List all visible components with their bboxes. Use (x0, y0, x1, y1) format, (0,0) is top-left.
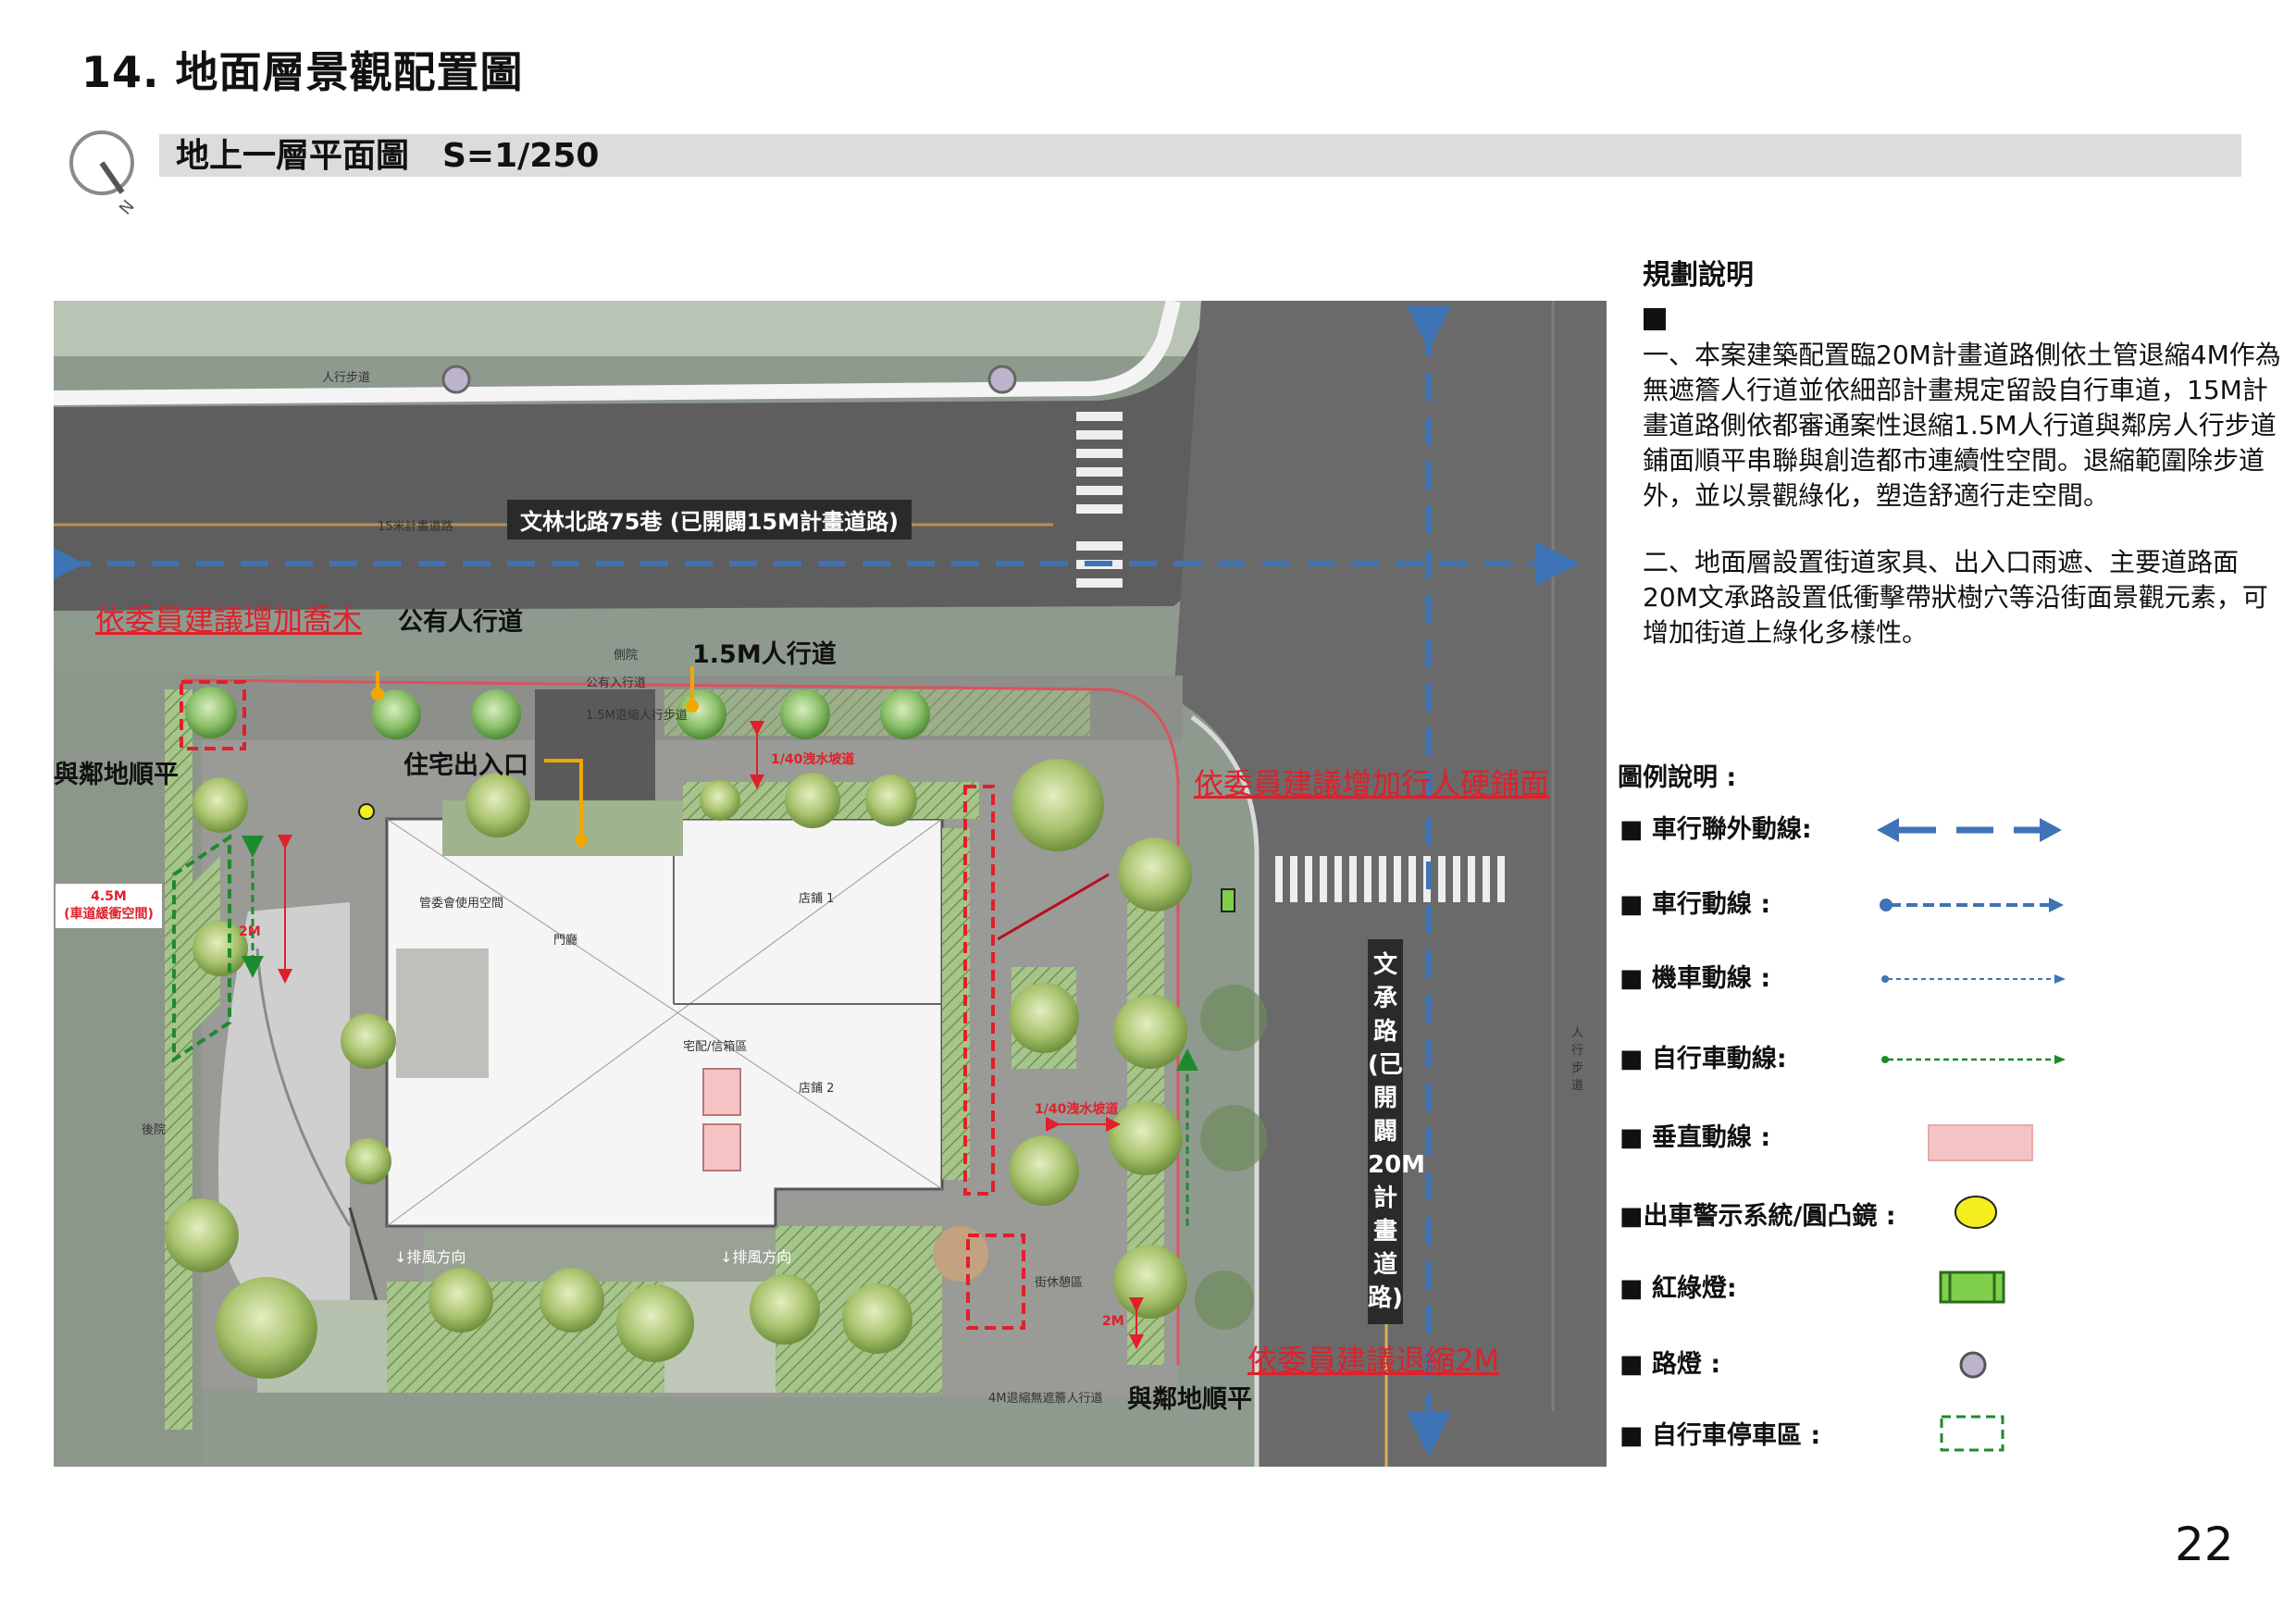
label-sidewalk-top: 人行步道 (322, 371, 371, 385)
page-number: 22 (2175, 1518, 2234, 1571)
buffer-45m: 4.5M (91, 889, 127, 904)
street-lamp-icon (987, 365, 1017, 394)
label-exhaust-a: ↓排風方向 (394, 1248, 466, 1266)
label-public-entrance: 公有入行道 (586, 676, 647, 690)
legend-item-external-route: ■ 車行聯外動線: (1620, 815, 1812, 844)
notes-heading: 規劃說明 (1643, 259, 1754, 291)
label-shop2: 店鋪 2 (799, 1082, 835, 1096)
label-shop1: 店鋪 1 (799, 892, 835, 906)
legend-item-traffic-light: ■ 紅綠燈: (1620, 1274, 1737, 1303)
warning-mirror-icon (358, 803, 375, 820)
legend-label: 機車動線 : (1651, 964, 1771, 993)
legend-item-vehicle-route: ■ 車行動線 : (1620, 890, 1771, 919)
legend-item-vertical-circulation: ■ 垂直動線 : (1620, 1123, 1771, 1152)
note-paragraph-2: 二、地面層設置街道家具、出入口雨遮、主要道路面20M文承路設置低衝擊帶狀樹穴等沿… (1643, 547, 2268, 648)
legend-label: 車行動線 : (1651, 890, 1771, 919)
double-arrow-icon (1877, 818, 2062, 842)
legend-label: 出車警示系統/圓凸鏡 : (1643, 1202, 1896, 1231)
slope-b: 1/40洩水坡道 (1035, 1102, 1119, 1117)
note-setback-2m: 依委員建議退縮2M (1247, 1343, 1499, 1378)
label-flush-west: 與鄰地順平 (54, 761, 179, 789)
vertical-circulation-block (702, 1123, 741, 1172)
label-back-yard: 後院 (142, 1123, 167, 1137)
north-letter: N (116, 197, 139, 219)
legend-item-street-lamp: ■ 路燈 : (1620, 1350, 1721, 1379)
label-mgmt: 管委會使用空間 (419, 897, 504, 911)
note-paragraph-1: 一、本案建築配置臨20M計畫道路側依土管退縮4M作為無遮簷人行道並依細部計畫規定… (1643, 340, 2281, 511)
buffer-note: 4.5M (車道緩衝空間) (56, 884, 162, 928)
traffic-light-icon (1221, 888, 1235, 912)
legend-item-scooter-route: ■ 機車動線 : (1620, 964, 1771, 993)
label-rest-area: 街休憩區 (1035, 1276, 1084, 1290)
label-walk-east: 人行步道 (1571, 1026, 1584, 1093)
buffer-note-text: (車道緩衝空間) (64, 907, 154, 922)
legend-label: 路燈 : (1651, 1350, 1721, 1379)
vehicle-route-icon (1880, 898, 2064, 912)
label-side-walk: 側院 (614, 649, 639, 663)
bicycle-route-icon (1881, 1055, 2066, 1064)
label-exhaust-b: ↓排風方向 (720, 1248, 792, 1266)
bullet-square-icon (1644, 308, 1666, 330)
page-title: 14. 地面層景觀配置圖 (81, 47, 524, 97)
plan-subtitle: 地上一層平面圖 S=1/250 (176, 137, 600, 175)
label-walk-4m: 4M退縮無遮簷人行道 (988, 1392, 1103, 1406)
road-label-east: 文承路(已開闢20M計畫道路) (1368, 939, 1425, 1324)
label-walk-15m-small: 1.5M退縮人行步道 (586, 709, 688, 723)
label-road-15m: 15米計畫道路 (378, 520, 453, 534)
legend-label: 自行車動線: (1651, 1045, 1787, 1073)
road-label-north: 文林北路75巷 (已開闢15M計畫道路) (507, 500, 912, 539)
label-walk-15m: 1.5M人行道 (692, 640, 837, 669)
notes-body: 一、本案建築配置臨20M計畫道路側依土管退縮4M作為無遮簷人行道並依細部計畫規定… (1643, 338, 2281, 682)
label-lobby: 門廳 (553, 934, 578, 948)
label-public-walk: 公有人行道 (398, 608, 523, 637)
legend-heading: 圖例說明 : (1618, 763, 1737, 792)
legend-item-bicycle-parking: ■ 自行車停車區 : (1620, 1421, 1821, 1450)
legend-label: 自行車停車區 : (1651, 1421, 1821, 1450)
scooter-route-icon (1881, 974, 2066, 984)
note-hard-paving: 依委員建議增加行人硬鋪面 (1194, 766, 1550, 801)
street-lamp-icon (1959, 1351, 1987, 1379)
label-residential-entrance: 住宅出入口 (403, 751, 528, 780)
street-lamp-icon (441, 365, 471, 394)
note-add-trees: 依委員建議增加喬木 (95, 602, 363, 638)
legend-label: 紅綠燈: (1651, 1274, 1737, 1303)
dim-2m-b: 2M (1102, 1314, 1124, 1329)
dim-2m-a: 2M (239, 924, 261, 939)
legend-item-bicycle-route: ■ 自行車動線: (1620, 1045, 1787, 1073)
traffic-light-icon (1939, 1271, 2005, 1304)
legend-label: 車行聯外動線: (1651, 815, 1812, 844)
north-arrow-icon: N (69, 130, 139, 219)
label-flush-south: 與鄰地順平 (1127, 1385, 1252, 1414)
bicycle-parking-icon (1940, 1415, 2004, 1452)
label-mail: 宅配/信箱區 (683, 1040, 748, 1054)
vertical-circulation-block (702, 1068, 741, 1116)
site-plan: 文林北路75巷 (已開闢15M計畫道路) 文承路(已開闢20M計畫道路) 依委員… (41, 299, 1607, 1467)
vertical-circulation-icon (1928, 1124, 2033, 1161)
legend-label: 垂直動線 : (1651, 1123, 1771, 1152)
legend-item-warning-mirror: ■出車警示系統/圓凸鏡 : (1620, 1202, 1896, 1231)
slope-a: 1/40洩水坡道 (771, 752, 855, 767)
warning-mirror-icon (1955, 1196, 1997, 1229)
